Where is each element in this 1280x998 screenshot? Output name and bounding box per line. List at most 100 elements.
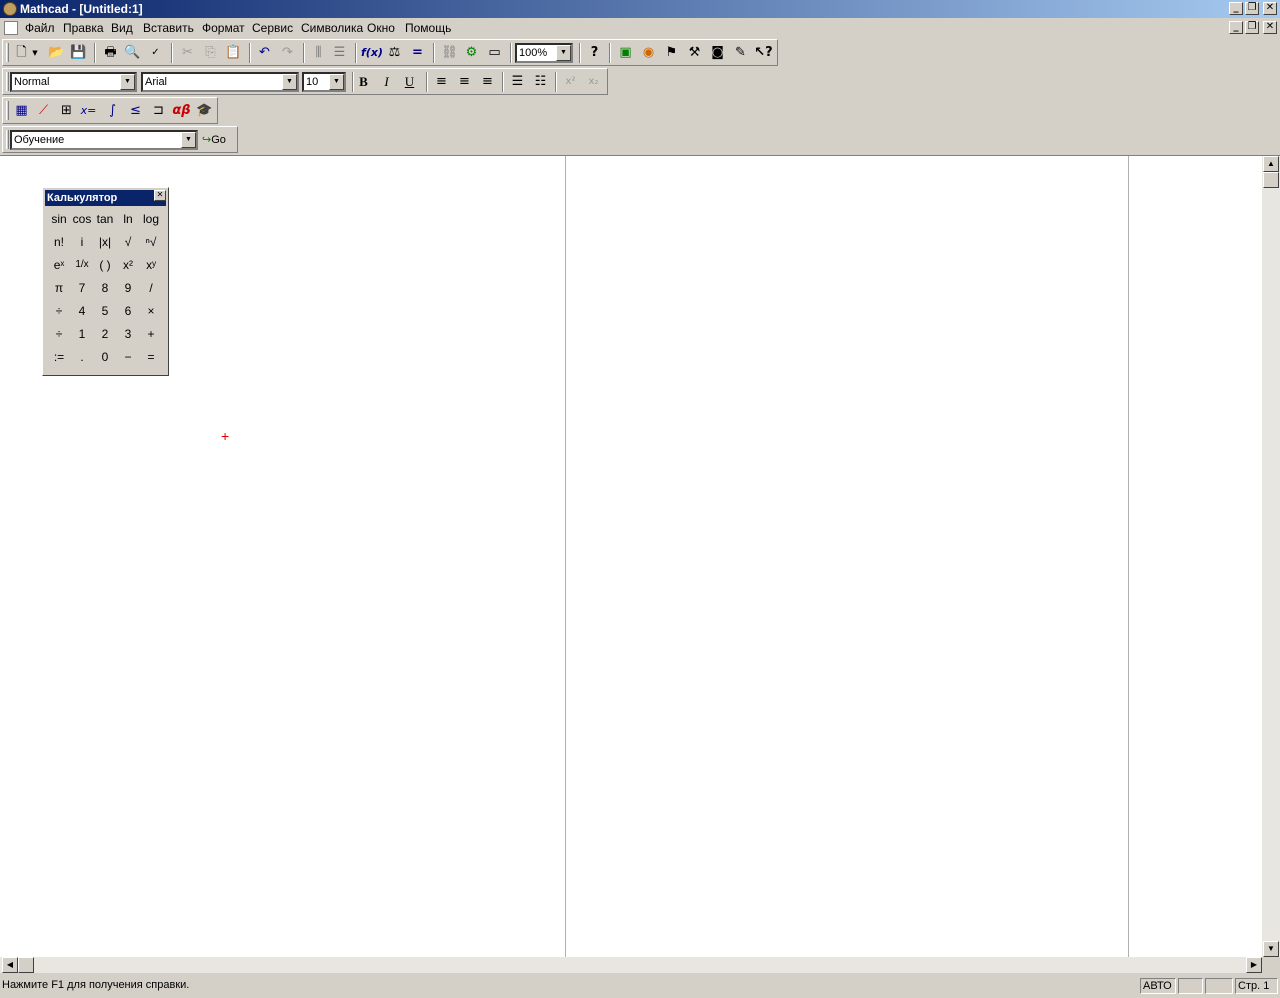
align-left-icon[interactable]: ≡ [431,72,452,92]
calc-key-parentheses[interactable]: ( ) [94,255,116,275]
superscript-icon[interactable]: x² [560,72,581,92]
calc-key-reciprocal[interactable]: 1/x [71,255,93,275]
calc-key-define[interactable]: := [48,347,70,367]
greek-palette-icon[interactable]: αβ [171,101,192,121]
chevron-down-icon[interactable]: ▼ [120,74,135,90]
redo-icon[interactable]: ↷ [277,43,298,63]
chevron-down-icon[interactable]: ▼ [329,74,344,90]
matrix-palette-icon[interactable]: ⊞ [56,101,77,121]
insert-hyperlink-icon[interactable]: ⛓ [439,43,460,63]
calc-key-3[interactable]: 3 [117,324,139,344]
insert-function-icon[interactable]: f(x) [361,43,383,63]
menu-view[interactable]: Вид [111,21,133,35]
calc-key-7[interactable]: 7 [71,278,93,298]
print-icon[interactable]: 🖶 [100,43,121,63]
paste-icon[interactable]: 📋 [223,43,244,63]
horizontal-scrollbar[interactable]: ◀ ▶ [0,957,1262,973]
calc-key-plus[interactable]: + [140,324,162,344]
calc-key-minus[interactable]: − [117,347,139,367]
worksheet[interactable] [0,155,1280,958]
context-help-icon[interactable]: ↖? [753,43,774,63]
collaboratory-icon[interactable]: ⚑ [661,43,682,63]
menu-help[interactable]: Помощь [405,21,451,35]
scroll-down-icon[interactable]: ▼ [1263,941,1279,957]
menu-symbolics[interactable]: Символика [301,21,363,35]
calc-key-equals[interactable]: = [140,347,162,367]
calc-key-nth-root[interactable]: ⁿ√ [140,232,162,252]
calc-key-sqrt[interactable]: √ [117,232,139,252]
chevron-down-icon[interactable]: ▼ [556,45,571,61]
calculus-palette-icon[interactable]: ∫ [102,101,123,121]
restore-button[interactable]: ❐ [1245,2,1259,15]
new-dropdown-icon[interactable]: ▼ [30,43,40,63]
new-icon[interactable]: 🗋 [11,43,32,63]
calc-key-log[interactable]: log [140,209,162,229]
bold-icon[interactable]: B [353,72,374,92]
calc-key-0[interactable]: 0 [94,347,116,367]
programming-palette-icon[interactable]: ⊐ [148,101,169,121]
copy-icon[interactable]: ⎘ [200,43,221,63]
menu-edit[interactable]: Правка [63,21,104,35]
insert-unit-icon[interactable]: ⚖ [384,43,405,63]
style-combo[interactable]: Normal ▼ [10,72,137,92]
go-button[interactable]: ↪Go [202,130,226,150]
align-center-icon[interactable]: ≡ [454,72,475,92]
document-icon[interactable] [4,21,18,35]
scroll-thumb[interactable] [1263,172,1279,188]
chevron-down-icon[interactable]: ▼ [282,74,297,90]
calc-key-1[interactable]: 1 [71,324,93,344]
help-icon[interactable]: ? [584,43,605,63]
save-icon[interactable]: 💾 [68,43,89,63]
video-icon[interactable]: ◙ [707,43,728,63]
open-icon[interactable]: 📂 [46,43,67,63]
undo-icon[interactable]: ↶ [254,43,275,63]
menu-window[interactable]: Окно [367,21,395,35]
calc-key-divide-slash[interactable]: / [140,278,162,298]
calc-key-exp[interactable]: eˣ [48,255,70,275]
boolean-palette-icon[interactable]: ≤ [125,101,146,121]
calc-key-abs[interactable]: |x| [94,232,116,252]
tips-icon[interactable]: ✎ [730,43,751,63]
font-combo[interactable]: Arial ▼ [141,72,299,92]
minimize-button[interactable]: _ [1229,2,1243,15]
calc-key-power[interactable]: xʸ [140,255,162,275]
calc-key-ln[interactable]: ln [117,209,139,229]
vertical-scrollbar[interactable]: ▲ ▼ [1262,156,1280,957]
calculator-palette-icon[interactable]: ▦ [11,101,32,121]
hscroll-thumb[interactable] [18,957,34,973]
graph-palette-icon[interactable]: ⟋ [33,101,54,121]
print-preview-icon[interactable]: 🔍 [122,43,143,63]
spellcheck-icon[interactable]: ✓ [145,43,166,63]
numbering-icon[interactable]: ☷ [530,72,551,92]
calc-key-2[interactable]: 2 [94,324,116,344]
web-library-icon[interactable]: ◉ [638,43,659,63]
calc-key-5[interactable]: 5 [94,301,116,321]
close-button[interactable]: ✕ [1263,2,1277,15]
resource-center-icon[interactable]: ▣ [615,43,636,63]
evaluation-palette-icon[interactable]: x= [78,101,99,121]
menu-format[interactable]: Формат [202,21,245,35]
calc-key-9[interactable]: 9 [117,278,139,298]
calc-key-inline-divide[interactable]: ÷ [48,301,70,321]
bullets-icon[interactable]: ☰ [507,72,528,92]
doc-restore-button[interactable]: ❐ [1245,21,1259,34]
subscript-icon[interactable]: x₂ [583,72,604,92]
calc-key-cos[interactable]: cos [71,209,93,229]
calc-key-sin[interactable]: sin [48,209,70,229]
scroll-left-icon[interactable]: ◀ [2,957,18,973]
underline-icon[interactable]: U [399,72,420,92]
insert-component-icon[interactable]: ⚙ [461,43,482,63]
menu-file[interactable]: Файл [25,21,55,35]
calc-key-square[interactable]: x² [117,255,139,275]
align-down-icon[interactable]: ☰ [329,43,350,63]
close-icon[interactable]: ✕ [154,190,166,201]
calc-key-tan[interactable]: tan [94,209,116,229]
calc-key-4[interactable]: 4 [71,301,93,321]
calculate-icon[interactable]: = [407,43,428,63]
scroll-up-icon[interactable]: ▲ [1263,156,1279,172]
doc-minimize-button[interactable]: _ [1229,21,1243,34]
calc-key-multiply[interactable]: × [140,301,162,321]
align-across-icon[interactable]: ⫼ [308,43,329,63]
menu-tools[interactable]: Сервис [252,21,293,35]
calc-key-8[interactable]: 8 [94,278,116,298]
